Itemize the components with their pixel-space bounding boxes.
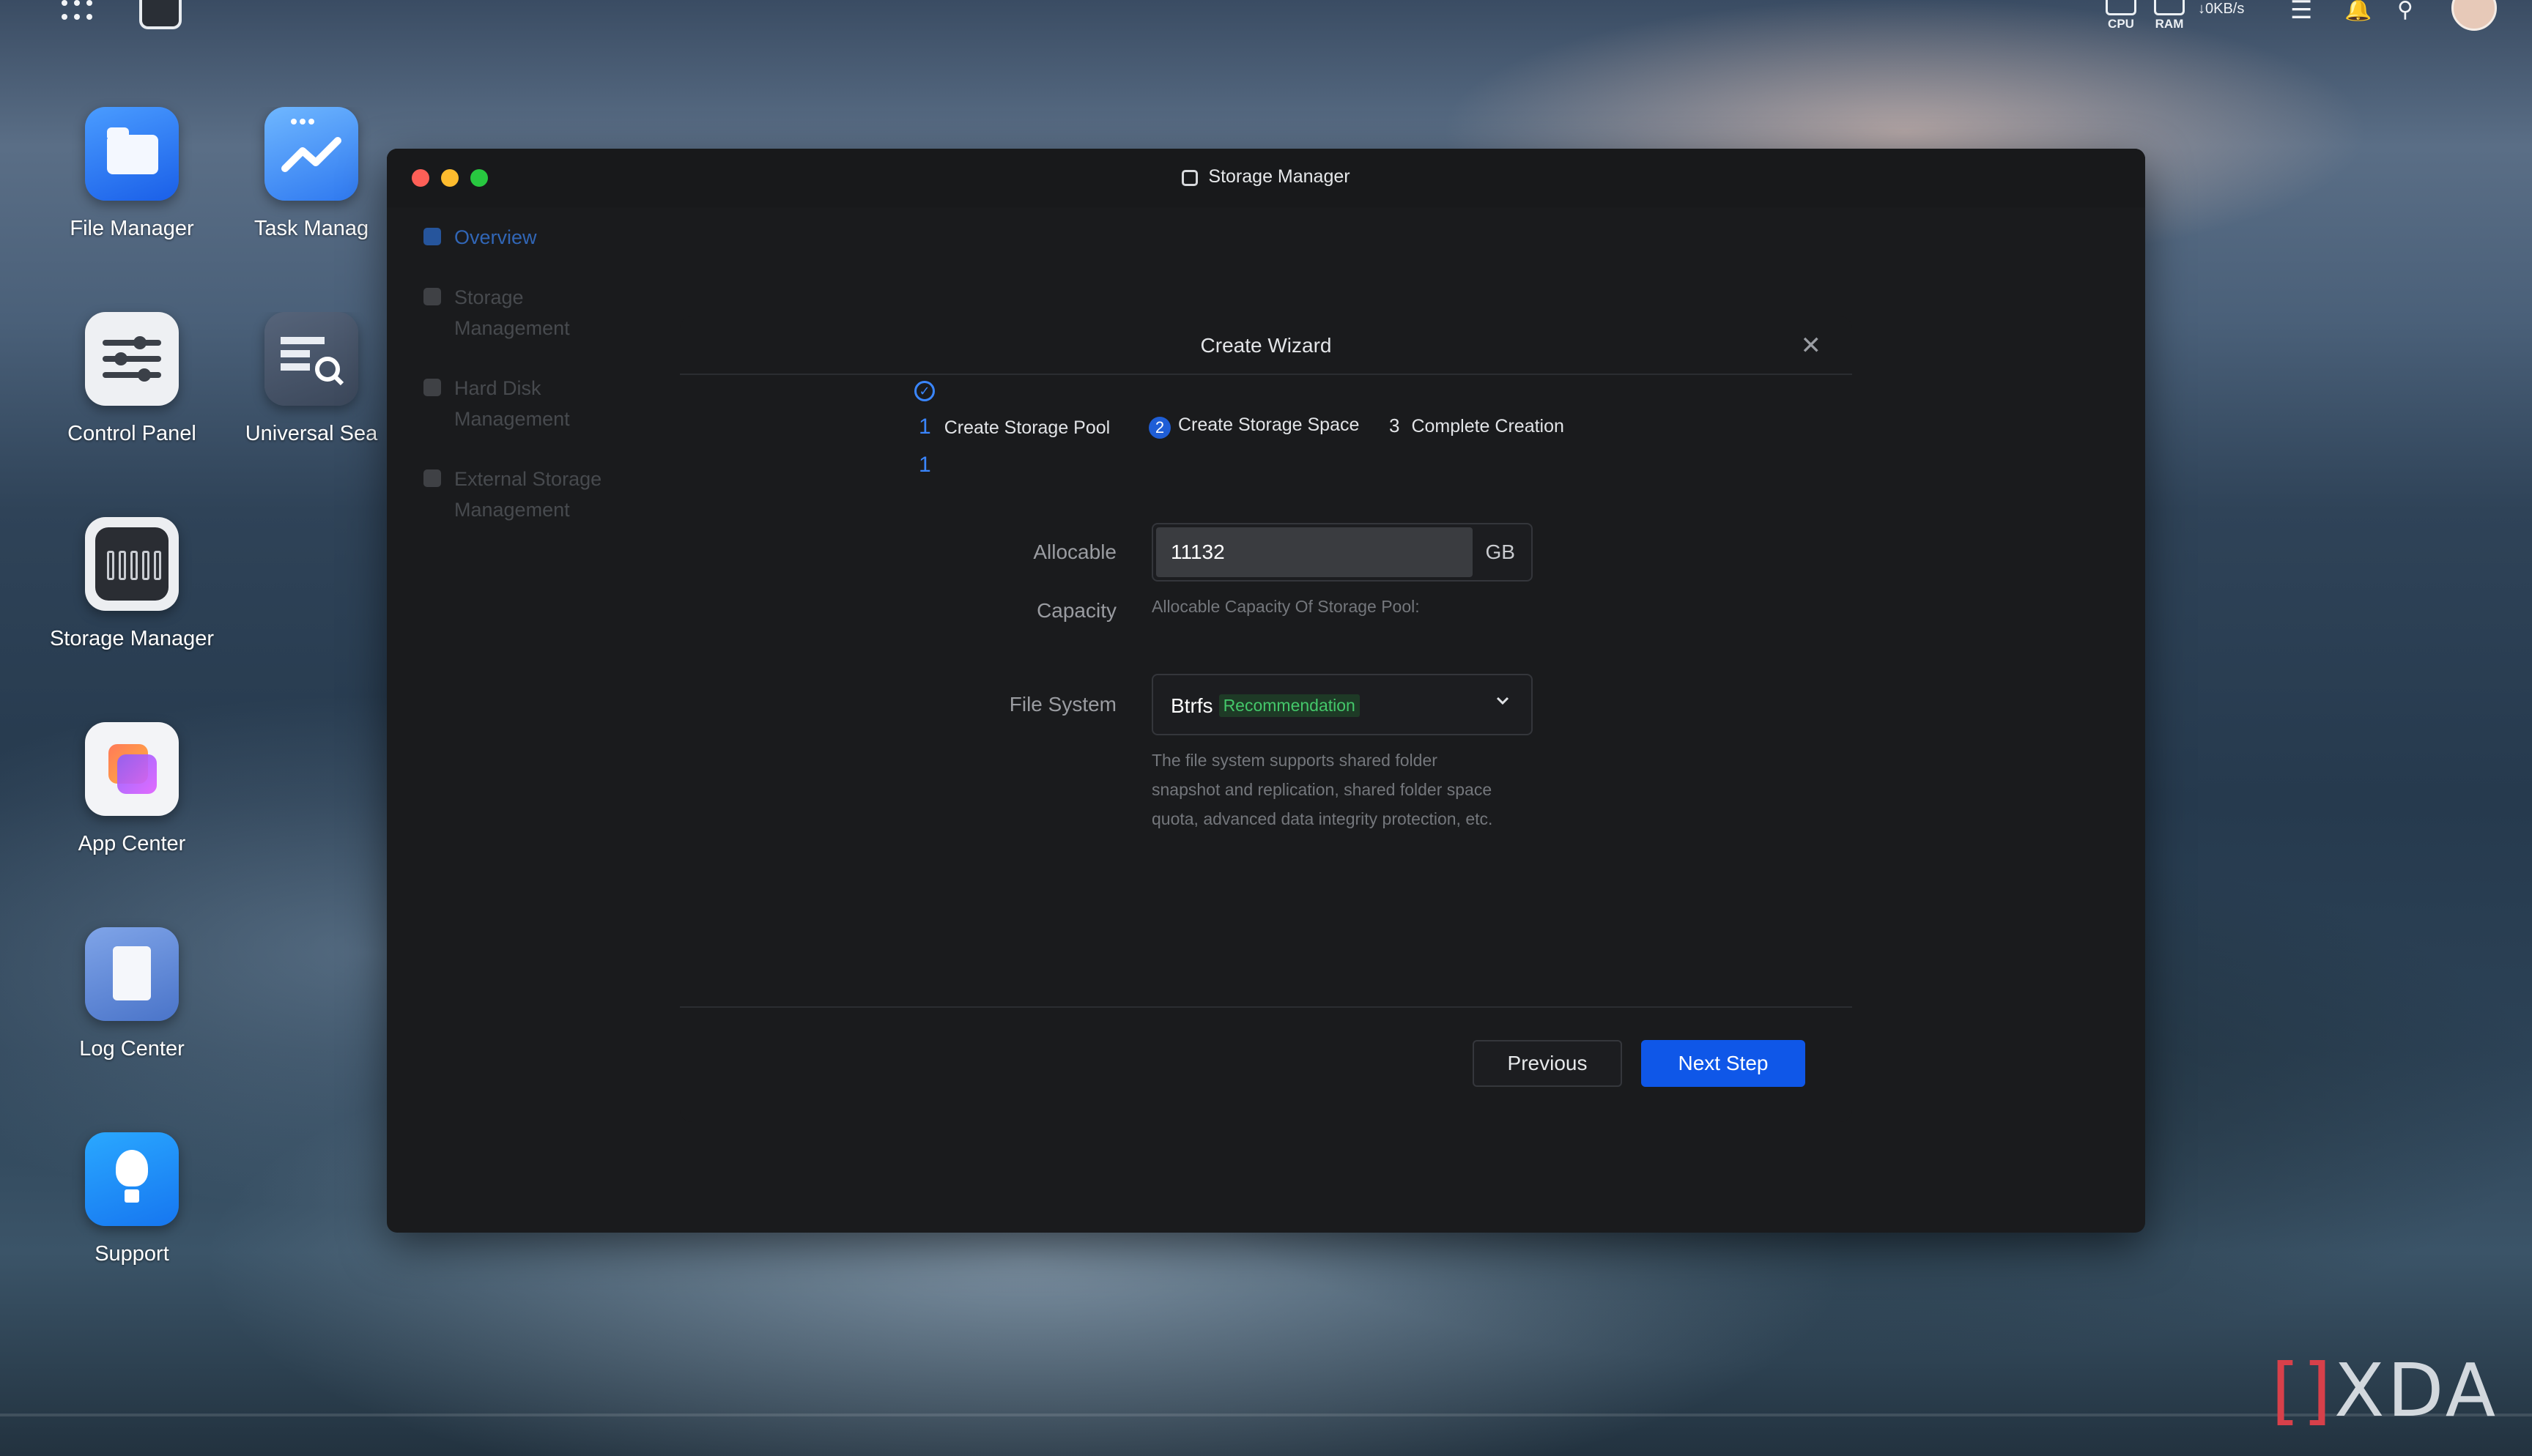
menu-bar: CPU RAM ↓0KB/s ☰ 🔔 ⚲ bbox=[0, 0, 2532, 42]
previous-button[interactable]: Previous bbox=[1473, 1040, 1622, 1087]
app-launcher-icon[interactable] bbox=[62, 0, 94, 22]
desktop-icon-label: Log Center bbox=[79, 1037, 185, 1061]
desktop-icon-task-manager[interactable]: Task Manag bbox=[234, 107, 388, 241]
allocable-hint: Allocable Capacity Of Storage Pool: bbox=[1152, 597, 1420, 616]
desktop-icon-app-center[interactable]: App Center bbox=[29, 722, 234, 856]
allocable-label: Allocable bbox=[1033, 541, 1117, 563]
task-manager-icon bbox=[264, 107, 358, 201]
unit-label: GB bbox=[1485, 541, 1515, 563]
file-system-value: Btrfs Recommendation bbox=[1171, 694, 1360, 718]
ram-label: RAM bbox=[2155, 17, 2184, 31]
dock-divider bbox=[0, 1414, 2532, 1416]
desktop-icon-label: App Center bbox=[78, 832, 186, 855]
desktop-icon-label: File Manager bbox=[70, 217, 194, 240]
file-system-label: File System bbox=[1009, 693, 1117, 716]
capacity-label: Capacity bbox=[1037, 599, 1117, 622]
desktop-icon-log-center[interactable]: Log Center bbox=[29, 927, 234, 1061]
folder-icon bbox=[85, 107, 179, 201]
storage-manager-taskbar-icon[interactable] bbox=[139, 0, 182, 29]
chevron-down-icon bbox=[1496, 697, 1509, 705]
desktop-icon-support[interactable]: Support bbox=[29, 1132, 234, 1266]
log-notebook-icon bbox=[85, 927, 179, 1021]
universal-search-icon bbox=[264, 312, 358, 406]
search-icon[interactable]: ⚲ bbox=[2397, 0, 2413, 21]
desktop-icon-file-manager[interactable]: File Manager bbox=[29, 107, 234, 241]
desktop-icon-label: Universal Sea bbox=[245, 422, 378, 445]
xda-watermark: []XDA bbox=[2271, 1348, 2499, 1433]
desktop-icon-storage-manager[interactable]: Storage Manager bbox=[29, 517, 234, 651]
desktop-icon-universal-search[interactable]: Universal Sea bbox=[234, 312, 388, 446]
file-system-hint: The file system supports shared folder s… bbox=[1152, 751, 1493, 828]
sliders-icon bbox=[85, 312, 179, 406]
next-step-button[interactable]: Next Step bbox=[1641, 1040, 1805, 1087]
network-speed: ↓0KB/s bbox=[2198, 1, 2245, 17]
step-create-storage-space: 2 Create Storage Space bbox=[1149, 415, 1359, 439]
desktop-icon-label: Support bbox=[95, 1242, 169, 1266]
cpu-monitor[interactable]: CPU bbox=[2106, 0, 2136, 31]
storage-drives-icon bbox=[85, 517, 179, 611]
allocable-capacity-field[interactable]: GB bbox=[1152, 523, 1533, 582]
step-complete-creation: 3 Complete Creation bbox=[1389, 415, 1564, 437]
desktop-icon-label: Control Panel bbox=[67, 422, 196, 445]
cpu-label: CPU bbox=[2108, 17, 2134, 31]
dialog-footer: Previous Next Step bbox=[680, 1006, 1852, 1122]
storage-manager-icon bbox=[1182, 170, 1199, 186]
app-center-icon bbox=[85, 722, 179, 816]
dialog-title: Create Wizard bbox=[1200, 334, 1332, 357]
desktop-icon-label: Storage Manager bbox=[49, 627, 215, 650]
lightbulb-icon bbox=[85, 1132, 179, 1226]
notification-bell-icon[interactable]: 🔔 bbox=[2344, 0, 2372, 21]
desktop-icon-label: Task Manag bbox=[253, 217, 369, 240]
close-icon[interactable]: ✕ bbox=[1801, 331, 1822, 360]
check-circle-icon: ✓ bbox=[914, 381, 935, 401]
allocable-capacity-input[interactable] bbox=[1156, 527, 1473, 577]
file-system-select[interactable]: Btrfs Recommendation bbox=[1152, 674, 1533, 735]
task-list-icon[interactable]: ☰ bbox=[2290, 0, 2312, 23]
recommendation-badge: Recommendation bbox=[1218, 694, 1360, 717]
ram-monitor[interactable]: RAM bbox=[2154, 0, 2185, 31]
desktop-icon-control-panel[interactable]: Control Panel bbox=[29, 312, 234, 446]
window-titlebar[interactable]: Storage Manager bbox=[387, 149, 2145, 207]
user-avatar[interactable] bbox=[2451, 0, 2497, 31]
window-title: Storage Manager bbox=[387, 166, 2145, 187]
step-indicator-sub: 1 bbox=[919, 453, 931, 477]
dialog-header: Create Wizard ✕ bbox=[680, 316, 1852, 375]
step-create-storage-pool: 1 Create Storage Pool bbox=[919, 415, 1111, 439]
create-wizard-dialog: Create Wizard ✕ ✓ 1 Create Storage Pool 2… bbox=[680, 316, 1852, 1122]
